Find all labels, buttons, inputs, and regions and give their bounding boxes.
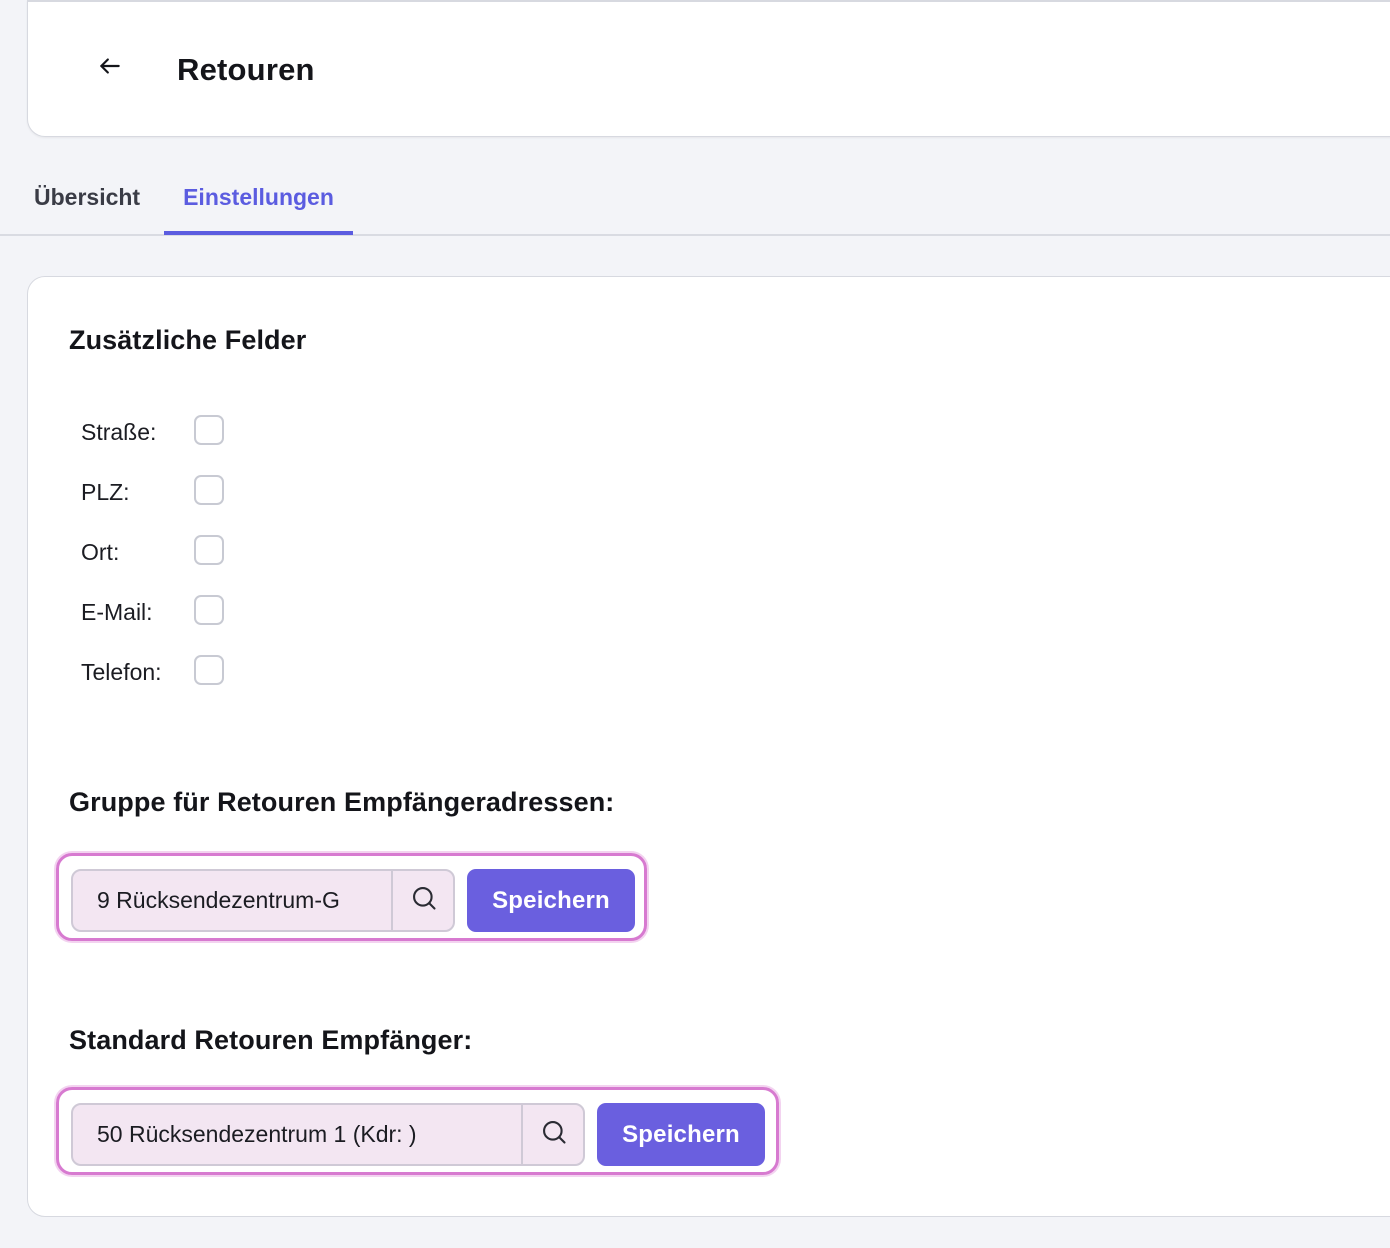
checkbox-street[interactable] [194,415,224,445]
default-recipient-field[interactable]: 50 Rücksendezentrum 1 (Kdr: ) [71,1103,585,1166]
search-icon [410,884,438,917]
recipient-group-value: 9 Rücksendezentrum-G [97,887,340,913]
page-header: Retouren [27,0,1390,137]
recipient-group-picker: 9 Rücksendezentrum-G Speichern [56,853,647,941]
settings-card: Zusätzliche Felder Straße: PLZ: Ort: E-M… [27,276,1390,1217]
default-recipient-value: 50 Rücksendezentrum 1 (Kdr: ) [97,1121,417,1147]
arrow-left-icon [97,53,123,84]
default-recipient-picker: 50 Rücksendezentrum 1 (Kdr: ) Speichern [56,1087,779,1175]
checkbox-city[interactable] [194,535,224,565]
recipient-group-title: Gruppe für Retouren Empfängeradressen: [69,787,615,817]
recipient-group-field[interactable]: 9 Rücksendezentrum-G [71,869,455,932]
recipient-group-save-button[interactable]: Speichern [467,869,635,932]
recipient-group-search-button[interactable] [391,871,453,930]
field-label-email: E-Mail: [81,599,153,625]
checkbox-phone[interactable] [194,655,224,685]
default-recipient-save-button[interactable]: Speichern [597,1103,765,1166]
tab-settings[interactable]: Einstellungen [164,182,353,212]
additional-fields-title: Zusätzliche Felder [69,325,307,355]
search-icon [540,1118,568,1151]
default-recipient-title: Standard Retouren Empfänger: [69,1025,473,1055]
field-label-zip: PLZ: [81,479,130,505]
tab-overview[interactable]: Übersicht [34,182,140,212]
back-button[interactable] [88,46,132,90]
field-label-city: Ort: [81,539,120,565]
field-label-phone: Telefon: [81,659,162,685]
field-label-street: Straße: [81,419,157,445]
checkbox-email[interactable] [194,595,224,625]
default-recipient-search-button[interactable] [521,1105,583,1164]
active-tab-indicator [164,231,353,235]
checkbox-zip[interactable] [194,475,224,505]
page-title: Retouren [177,52,315,87]
tab-bar: Übersicht Einstellungen [0,160,1390,236]
